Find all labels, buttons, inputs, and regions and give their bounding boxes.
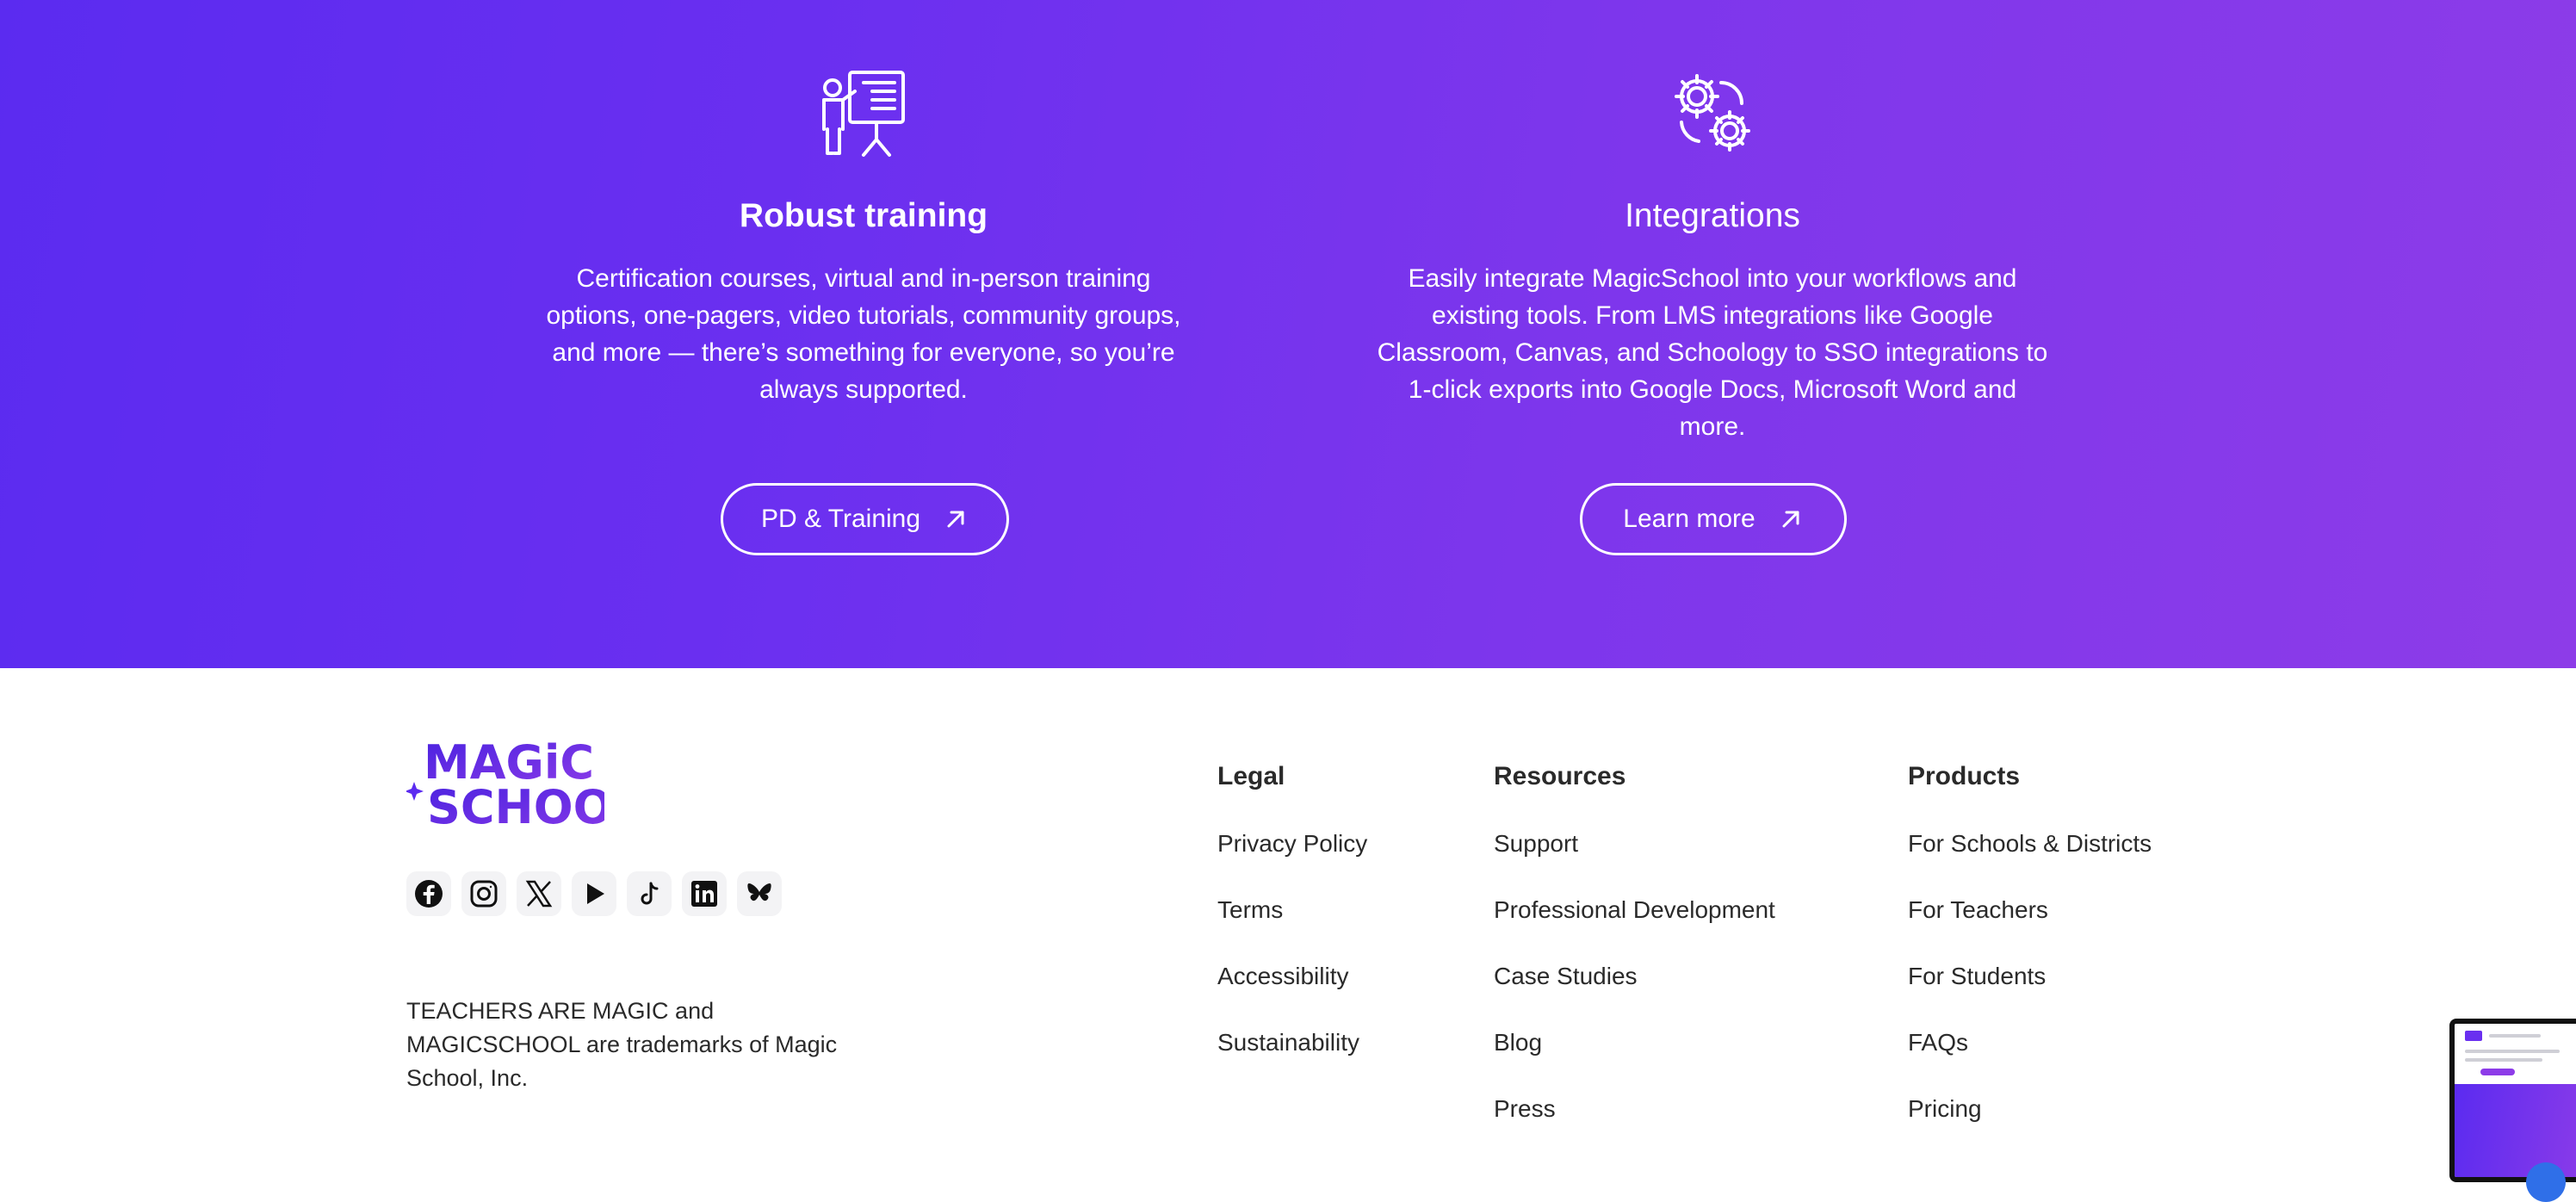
tiktok-link[interactable]	[627, 871, 672, 916]
link-list: Privacy Policy Terms Accessibility Susta…	[1217, 827, 1367, 1059]
arrow-up-right-icon	[947, 511, 964, 528]
x-icon	[525, 880, 553, 908]
footer-column-resources: Resources Support Professional Developme…	[1494, 759, 1775, 1158]
tiktok-icon	[641, 882, 659, 905]
learn-more-button-label: Learn more	[1623, 505, 1756, 533]
presentation-board-icon	[822, 71, 905, 157]
gears-icon	[1675, 74, 1750, 152]
footer-link-blog[interactable]: Blog	[1494, 1025, 1775, 1059]
feature-description: Easily integrate MagicSchool into your w…	[1377, 264, 2048, 441]
footer-link-students[interactable]: For Students	[1908, 959, 2152, 993]
footer-link-support[interactable]: Support	[1494, 827, 1775, 860]
link-list: Support Professional Development Case St…	[1494, 827, 1775, 1125]
facebook-link[interactable]	[406, 871, 451, 916]
bluesky-icon	[747, 883, 771, 901]
pd-training-button[interactable]: PD & Training	[721, 483, 1009, 555]
footer-link-press[interactable]: Press	[1494, 1092, 1775, 1125]
footer-link-accessibility[interactable]: Accessibility	[1217, 959, 1367, 993]
footer-column-products: Products For Schools & Districts For Tea…	[1908, 759, 2152, 1158]
learn-more-button[interactable]: Learn more	[1580, 483, 1847, 555]
svg-text:SCHOOL: SCHOOL	[427, 780, 604, 828]
footer-link-faqs[interactable]: FAQs	[1908, 1025, 2152, 1059]
video-preview-widget[interactable]	[2449, 1019, 2576, 1182]
trademark-notice: TEACHERS ARE MAGIC and MAGICSCHOOL are t…	[406, 998, 838, 1091]
video-preview-logo	[2465, 1031, 2482, 1041]
footer-link-privacy-policy[interactable]: Privacy Policy	[1217, 827, 1367, 860]
footer-column-legal: Legal Privacy Policy Terms Accessibility…	[1217, 759, 1367, 1092]
chat-launcher-button[interactable]	[2526, 1162, 2566, 1202]
feature-description: Certification courses, virtual and in-pe…	[546, 264, 1181, 404]
pd-training-button-label: PD & Training	[760, 505, 921, 533]
footer-link-pricing[interactable]: Pricing	[1908, 1092, 2152, 1125]
linkedin-icon	[691, 881, 717, 907]
footer-link-teachers[interactable]: For Teachers	[1908, 893, 2152, 926]
x-link[interactable]	[517, 871, 561, 916]
feature-robust-training: Robust training Certification courses, v…	[511, 65, 1217, 408]
video-preview-line	[2465, 1050, 2560, 1053]
site-footer: MAGiC SCHOOL	[0, 668, 2576, 1202]
arrow-up-right-icon	[1782, 511, 1799, 528]
footer-link-professional-development[interactable]: Professional Development	[1494, 893, 1775, 926]
link-list: For Schools & Districts For Teachers For…	[1908, 827, 2152, 1125]
footer-link-case-studies[interactable]: Case Studies	[1494, 959, 1775, 993]
video-preview-line	[2489, 1034, 2541, 1038]
video-preview-pill	[2480, 1069, 2515, 1075]
video-preview-line	[2465, 1058, 2542, 1062]
feature-integrations: Integrations Easily integrate MagicSchoo…	[1359, 65, 2065, 445]
column-heading: Resources	[1494, 762, 1626, 790]
instagram-icon	[470, 880, 498, 908]
footer-link-schools-districts[interactable]: For Schools & Districts	[1908, 827, 2152, 860]
features-section: Robust training Certification courses, v…	[0, 0, 2576, 668]
magicschool-logo[interactable]: MAGiC SCHOOL	[406, 734, 604, 828]
column-heading: Products	[1908, 762, 2021, 790]
feature-title: Robust training	[739, 197, 988, 234]
youtube-icon	[587, 883, 604, 904]
social-links	[406, 871, 782, 916]
column-heading: Legal	[1217, 762, 1285, 790]
video-preview-header	[2455, 1024, 2576, 1084]
youtube-link[interactable]	[572, 871, 616, 916]
linkedin-link[interactable]	[682, 871, 727, 916]
footer-link-sustainability[interactable]: Sustainability	[1217, 1025, 1367, 1059]
feature-title: Integrations	[1625, 197, 1800, 234]
footer-link-terms[interactable]: Terms	[1217, 893, 1367, 926]
instagram-link[interactable]	[461, 871, 506, 916]
bluesky-link[interactable]	[737, 871, 782, 916]
facebook-icon	[415, 880, 443, 908]
